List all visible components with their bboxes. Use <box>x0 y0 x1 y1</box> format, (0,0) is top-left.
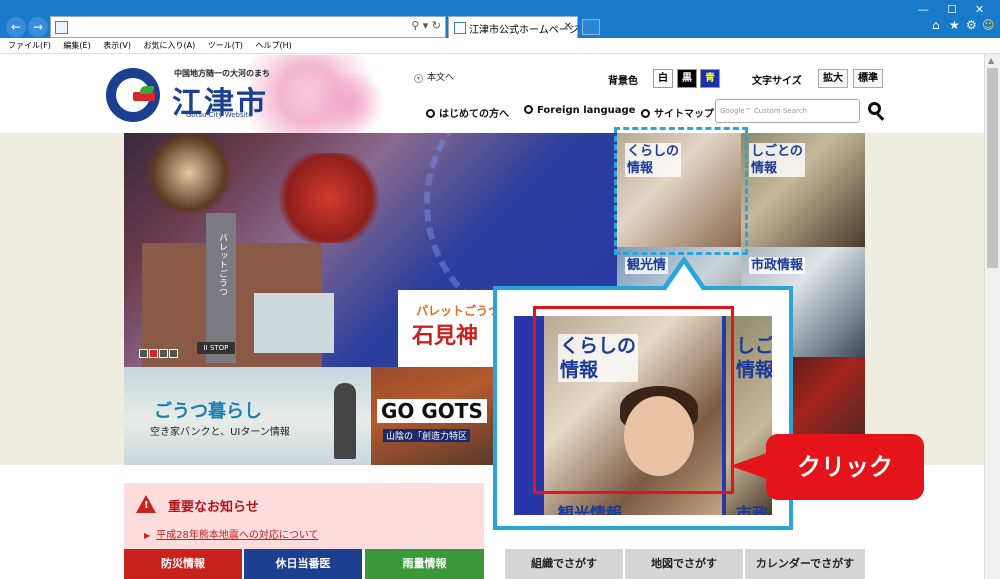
arrow-right-icon: ▶ <box>144 531 151 540</box>
city-logo-icon[interactable] <box>106 68 160 122</box>
browser-tab[interactable]: 江津市公式ホームページ ✕ <box>448 16 579 38</box>
menu-help[interactable]: ヘルプ(H) <box>255 41 291 50</box>
menu-edit[interactable]: 編集(E) <box>63 41 90 50</box>
bullet-ring-icon <box>641 109 650 118</box>
tab-favicon-icon <box>454 22 466 34</box>
callout-pointer-inner <box>666 264 702 290</box>
palette-banner[interactable]: パレットごうつ 石見神 <box>398 290 501 367</box>
slide-dot[interactable] <box>159 349 168 358</box>
category-work[interactable]: しごとの 情報 <box>741 133 865 247</box>
scroll-up-icon[interactable]: ▲ <box>988 56 994 65</box>
click-instruction-bubble: クリック <box>766 434 924 500</box>
palette-line2: 石見神 <box>412 324 479 349</box>
bg-white-button[interactable]: 白 <box>653 69 673 88</box>
category-label: 市政情報 <box>749 257 806 274</box>
menu-bar: ファイル(F) 編集(E) 表示(V) お気に入り(A) ツール(T) ヘルプ(… <box>0 38 1000 54</box>
first-visit-label: はじめての方へ <box>439 109 509 120</box>
scroll-thumb[interactable] <box>987 68 998 268</box>
vertical-scrollbar[interactable]: ▲ <box>984 54 1000 579</box>
important-notice: ! 重要なお知らせ ▶ 平成28年熊本地震への対応について <box>124 483 484 549</box>
minimize-icon[interactable]: — <box>918 3 929 16</box>
bullet-ring-icon <box>426 109 435 118</box>
chevron-down-icon: ▾ <box>414 74 423 83</box>
bullet-ring-icon <box>524 105 533 114</box>
kagura-mask-image <box>144 133 234 213</box>
kagura-dancer-image <box>274 153 384 243</box>
search-input[interactable]: Google™ Custom Search <box>715 99 860 123</box>
bg-color-label: 背景色 <box>608 76 638 87</box>
tab-close-icon[interactable]: ✕ <box>564 21 572 32</box>
menu-file[interactable]: ファイル(F) <box>8 41 51 50</box>
smiley-feedback-icon[interactable]: ☺ <box>982 18 995 32</box>
click-bubble-pointer <box>730 452 770 480</box>
highlight-dashed-box <box>614 127 748 255</box>
zoom-label-work: しご 情報 <box>736 335 772 381</box>
font-standard-button[interactable]: 標準 <box>853 69 883 88</box>
category-label: しごとの 情報 <box>749 143 805 177</box>
bg-black-button[interactable]: 黒 <box>677 69 697 88</box>
close-window-icon[interactable]: ✕ <box>975 3 984 16</box>
bg-blue-button[interactable]: 青 <box>700 69 720 88</box>
zoom-label-tourism: 観光情報 <box>558 504 623 515</box>
address-bar[interactable]: ⚲ ▾ ↻ <box>50 16 446 38</box>
search-by-calendar-button[interactable]: カレンダーでさがす <box>745 549 865 579</box>
settings-gear-icon[interactable]: ⚙ <box>966 18 977 32</box>
tower-sign: パレットごうつ <box>217 233 227 296</box>
web-page: 中国地方随一の大河のまち 江津市 Gotsu City Website ▾ 本文へ… <box>0 55 984 579</box>
font-size-label: 文字サイズ <box>752 76 802 87</box>
palette-line1: パレットごうつ <box>416 304 501 318</box>
menu-view[interactable]: 表示(V) <box>103 41 131 50</box>
forward-button[interactable]: → <box>28 17 48 37</box>
sitemap-label: サイトマップ <box>654 109 714 120</box>
building-glass <box>254 293 334 353</box>
foreign-language-link[interactable]: Foreign language <box>524 105 635 116</box>
notice-title: 重要なお知らせ <box>168 500 259 515</box>
disaster-info-button[interactable]: 防災情報 <box>124 549 242 579</box>
skip-to-content-link[interactable]: ▾ 本文へ <box>414 70 454 83</box>
slide-dot[interactable] <box>139 349 148 358</box>
gozu-subtitle: 空き家バンクと、UIターン情報 <box>150 427 290 438</box>
notice-link[interactable]: ▶ 平成28年熊本地震への対応について <box>144 526 319 541</box>
tab-title: 江津市公式ホームページ <box>469 25 579 36</box>
menu-tools[interactable]: ツール(T) <box>208 41 243 50</box>
person-silhouette <box>334 383 356 459</box>
search-by-map-button[interactable]: 地図でさがす <box>625 549 743 579</box>
notice-link-label: 平成28年熊本地震への対応について <box>156 530 319 541</box>
skip-link-label: 本文へ <box>427 73 455 83</box>
font-enlarge-button[interactable]: 拡大 <box>818 69 848 88</box>
slide-indicators[interactable] <box>139 343 179 362</box>
browser-titlebar: ← → ⚲ ▾ ↻ 江津市公式ホームページ ✕ — ☐ ✕ ⌂ ★ ⚙ ☺ <box>0 0 1000 38</box>
go-gotsu-subtitle: 山陰の「創造力特区 <box>383 429 471 442</box>
address-controls[interactable]: ⚲ ▾ ↻ <box>411 19 441 32</box>
new-tab-button[interactable] <box>582 19 600 35</box>
rainfall-info-button[interactable]: 雨量情報 <box>365 549 484 579</box>
slide-dot[interactable] <box>169 349 178 358</box>
go-gotsu-tile[interactable]: GO GOTS 山陰の「創造力特区 <box>371 367 493 465</box>
slide-dot-active[interactable] <box>149 349 158 358</box>
building-tower: パレットごうつ <box>206 213 236 363</box>
foreign-language-label: Foreign language <box>537 105 636 116</box>
first-visit-link[interactable]: はじめての方へ <box>426 105 509 120</box>
back-button[interactable]: ← <box>6 17 26 37</box>
menu-favorites[interactable]: お気に入り(A) <box>144 41 196 50</box>
click-target-highlight <box>533 306 734 494</box>
holiday-doctor-button[interactable]: 休日当番医 <box>244 549 362 579</box>
logo-english: Gotsu City Website <box>186 111 253 119</box>
slideshow-stop-button[interactable]: II STOP <box>197 342 235 354</box>
home-icon[interactable]: ⌂ <box>932 18 940 32</box>
sitemap-link[interactable]: サイトマップ <box>641 105 714 120</box>
go-gotsu-title: GO GOTS <box>377 399 487 423</box>
page-favicon-icon <box>55 21 68 34</box>
gozu-title: ごうつ暮らし <box>154 401 262 422</box>
gozu-living-tile[interactable]: ごうつ暮らし 空き家バンクと、UIターン情報 <box>124 367 371 465</box>
zoom-label-admin: 市政 <box>736 504 769 515</box>
favorites-star-icon[interactable]: ★ <box>949 18 960 32</box>
search-by-org-button[interactable]: 組織でさがす <box>505 549 623 579</box>
maximize-icon[interactable]: ☐ <box>947 3 957 16</box>
cherry-blossom-decoration-2 <box>310 73 390 133</box>
search-button[interactable] <box>864 99 888 123</box>
